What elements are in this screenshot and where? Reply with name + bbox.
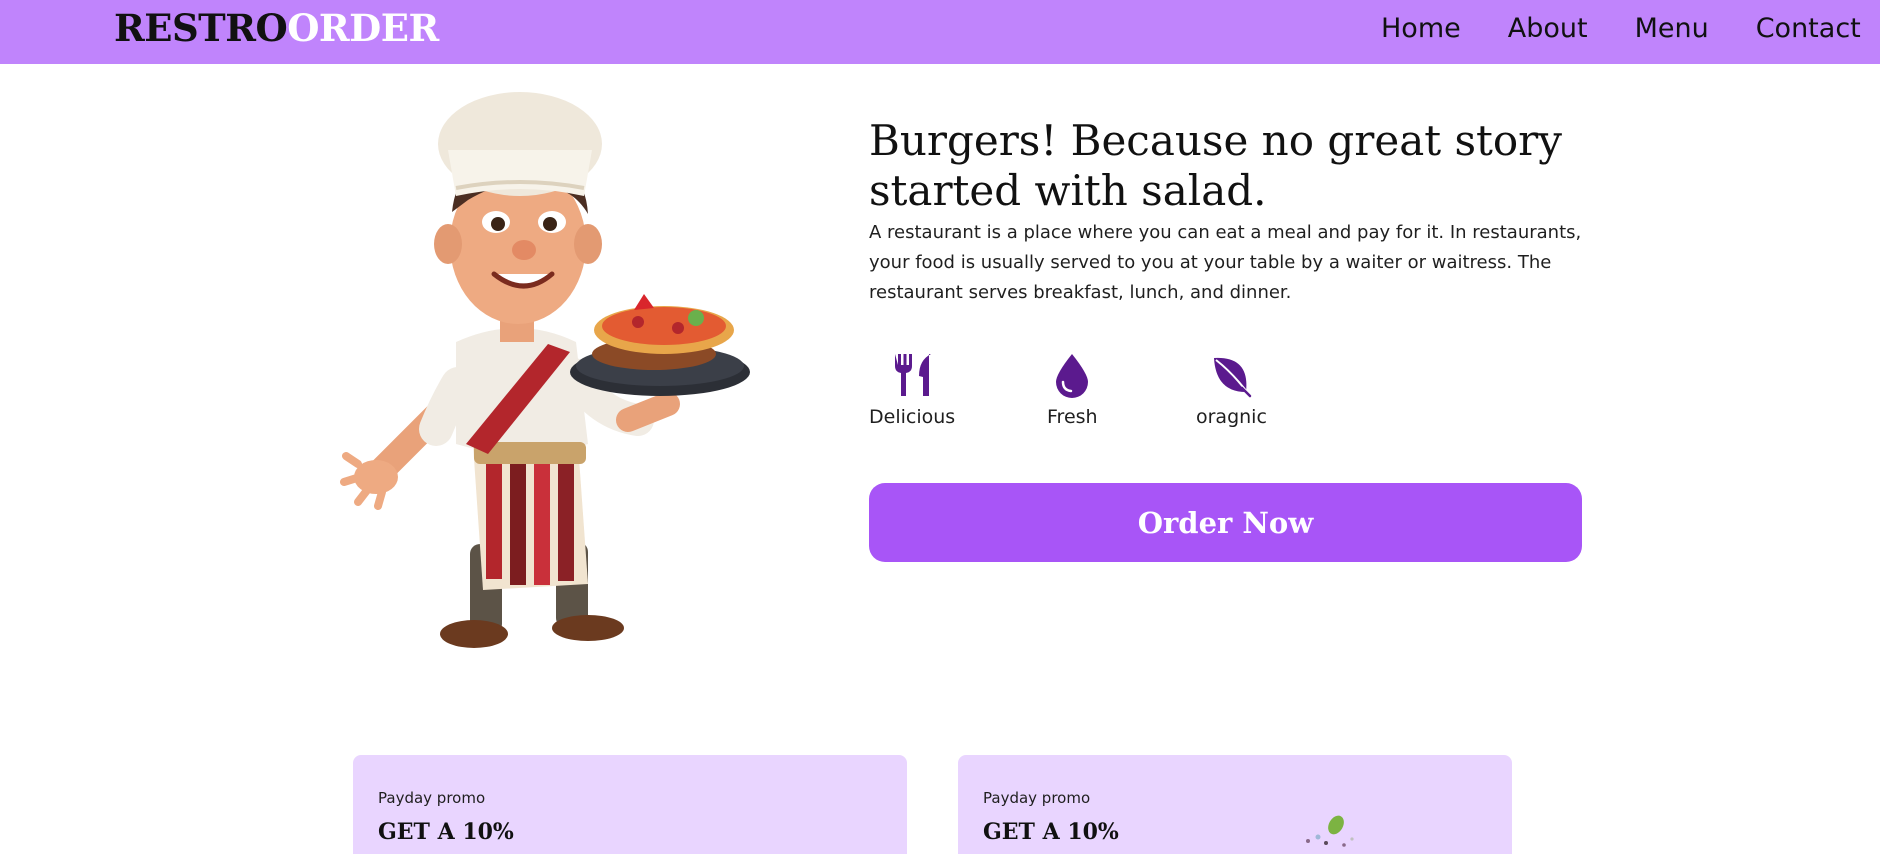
hero-title: Burgers! Because no great story started … bbox=[869, 116, 1562, 215]
drop-icon bbox=[1056, 354, 1089, 398]
promo-headline: GET A 10% bbox=[378, 819, 514, 845]
feature-organic: oragnic bbox=[1196, 352, 1267, 428]
top-navbar: RESTROORDER Home About Menu Contact bbox=[0, 0, 1880, 64]
promo-headline: GET A 10% bbox=[983, 819, 1119, 845]
feature-list: Delicious Fresh oragnic bbox=[869, 352, 1429, 442]
leaf-icon bbox=[1214, 357, 1252, 398]
promo-card[interactable]: Payday promo GET A 10% bbox=[353, 755, 907, 854]
hero-description: A restaurant is a place where you can ea… bbox=[869, 222, 1582, 303]
brand-logo-part2: ORDER bbox=[287, 6, 439, 50]
nav-link-about[interactable]: About bbox=[1508, 13, 1588, 44]
nav-link-contact[interactable]: Contact bbox=[1756, 13, 1861, 44]
feature-label-delicious: Delicious bbox=[869, 406, 956, 428]
nav-link-home[interactable]: Home bbox=[1381, 13, 1461, 44]
feature-label-fresh: Fresh bbox=[1047, 406, 1098, 428]
promo-food-image bbox=[1306, 815, 1354, 847]
promo-card[interactable]: Payday promo GET A 10% bbox=[958, 755, 1512, 854]
main-nav: Home About Menu Contact bbox=[1381, 13, 1880, 44]
feature-label-organic: oragnic bbox=[1196, 406, 1267, 428]
nav-link-menu[interactable]: Menu bbox=[1635, 13, 1709, 44]
brand-logo[interactable]: RESTROORDER bbox=[114, 6, 439, 50]
promo-label: Payday promo bbox=[983, 789, 1091, 807]
fork-knife-icon bbox=[895, 354, 932, 396]
chef-illustration bbox=[340, 92, 750, 648]
promo-label: Payday promo bbox=[378, 789, 486, 807]
feature-delicious: Delicious bbox=[869, 352, 955, 428]
brand-logo-part1: RESTRO bbox=[114, 6, 288, 50]
feature-fresh: Fresh bbox=[1047, 352, 1098, 428]
order-now-button[interactable]: Order Now bbox=[869, 483, 1582, 562]
